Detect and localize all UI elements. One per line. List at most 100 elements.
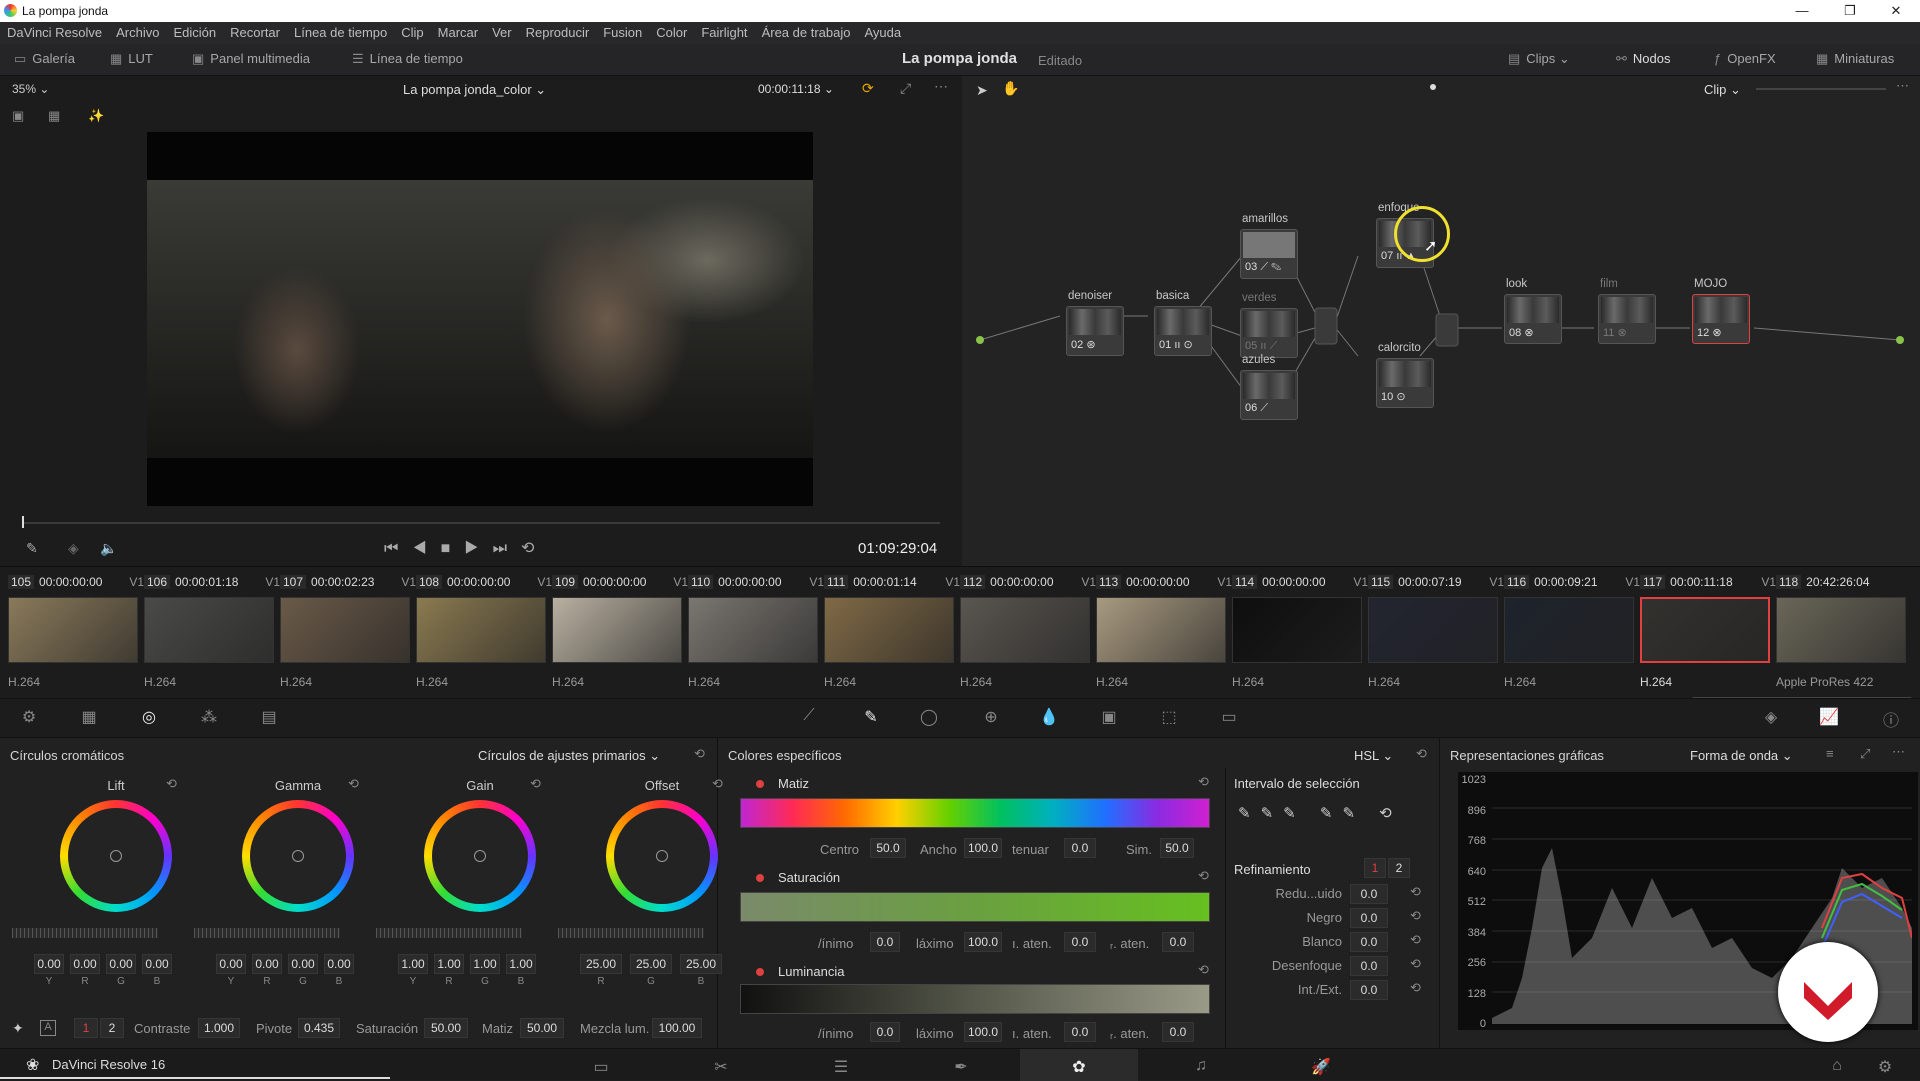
wheel-value-field[interactable]: 0.00 xyxy=(142,954,172,974)
sizing-icon[interactable]: ⬚ xyxy=(1154,707,1184,727)
color-wheels-icon[interactable]: ◎ xyxy=(134,707,164,727)
wheel-value-field[interactable]: 1.00 xyxy=(434,954,464,974)
wheel-value-field[interactable]: 0.00 xyxy=(106,954,136,974)
fusion-page-icon[interactable]: ✒ xyxy=(946,1057,976,1077)
wheel-value-field[interactable]: 0.00 xyxy=(34,954,64,974)
wheel-value-field[interactable]: 1.00 xyxy=(398,954,428,974)
window-icon[interactable]: ◯ xyxy=(914,707,944,727)
auto-icon[interactable]: A xyxy=(40,1020,56,1036)
menu-edicion[interactable]: Edición xyxy=(167,22,224,44)
refine-field[interactable]: 0.0 xyxy=(1350,956,1388,976)
master-wheel-slider[interactable] xyxy=(194,928,340,938)
curves-icon[interactable]: ⟋ xyxy=(794,707,824,725)
clip-item[interactable]: 114 00:00:00:00 V1 H.264 xyxy=(1232,567,1368,699)
refine-reset-icon[interactable]: ⟲ xyxy=(1410,884,1421,900)
color-match-icon[interactable]: ▦ xyxy=(74,707,104,727)
clip-item[interactable]: 111 00:00:01:14 V1 H.264 xyxy=(824,567,960,699)
color-wheel[interactable] xyxy=(60,800,172,912)
refine-reset-icon[interactable]: ⟲ xyxy=(1410,980,1421,996)
matiz-reset-icon[interactable]: ⟲ xyxy=(1198,774,1209,790)
menu-recortar[interactable]: Recortar xyxy=(223,22,287,44)
luminance-bar[interactable] xyxy=(740,984,1210,1014)
node-basica[interactable]: basica 01 ıı ⊙ xyxy=(1154,290,1216,368)
tracker-icon[interactable]: ⊕ xyxy=(976,707,1006,727)
rgb-mixer-icon[interactable]: ⁂ xyxy=(194,707,224,727)
wheel-reset-icon[interactable]: ⟲ xyxy=(166,776,177,792)
lum-max-field[interactable]: 100.0 xyxy=(964,1022,1002,1042)
master-wheel-slider[interactable] xyxy=(12,928,158,938)
refine-reset-icon[interactable]: ⟲ xyxy=(1410,956,1421,972)
auto-balance-icon[interactable]: ✦ xyxy=(12,1020,24,1037)
deliver-page-icon[interactable]: 🚀 xyxy=(1306,1057,1336,1077)
miniaturas-button[interactable]: ▦ Miniaturas xyxy=(1816,51,1894,67)
lum-aten1-field[interactable]: 0.0 xyxy=(1064,1022,1096,1042)
node-calorcito[interactable]: calorcito 10 ⊙ xyxy=(1376,342,1438,420)
refine-reset-icon[interactable]: ⟲ xyxy=(1410,932,1421,948)
maximize-button[interactable]: ❐ xyxy=(1828,0,1872,22)
menu-ayuda[interactable]: Ayuda xyxy=(857,22,908,44)
single-view-icon[interactable]: ▣ xyxy=(12,108,24,124)
wheel-value-field[interactable]: 0.00 xyxy=(252,954,282,974)
zoom-select[interactable]: 35% ⌄ xyxy=(12,82,49,96)
node-amarillos[interactable]: amarillos 03 ⟋ ✎ xyxy=(1240,213,1302,291)
wheel-value-field[interactable]: 1.00 xyxy=(506,954,536,974)
contraste-field[interactable]: 1.000 xyxy=(198,1018,240,1038)
menu-reproducir[interactable]: Reproducir xyxy=(519,22,597,44)
clip-item[interactable]: 113 00:00:00:00 V1 H.264 xyxy=(1096,567,1232,699)
video-frame[interactable] xyxy=(147,132,813,506)
refine-field[interactable]: 0.0 xyxy=(1350,932,1388,952)
lum-min-field[interactable]: 0.0 xyxy=(870,1022,900,1042)
wheel-reset-icon[interactable]: ⟲ xyxy=(530,776,541,792)
menu-marcar[interactable]: Marcar xyxy=(431,22,485,44)
node-look[interactable]: look 08 ⊗ xyxy=(1504,278,1566,356)
wheel-center-handle[interactable] xyxy=(110,850,122,862)
pivote-field[interactable]: 0.435 xyxy=(298,1018,340,1038)
menu-fairlight[interactable]: Fairlight xyxy=(694,22,754,44)
refine-field[interactable]: 0.0 xyxy=(1350,884,1388,904)
fullscreen-icon[interactable]: ⤢ xyxy=(900,80,911,97)
cut-page-icon[interactable]: ✂ xyxy=(706,1057,736,1077)
wheel-value-field[interactable]: 0.00 xyxy=(324,954,354,974)
picker-tools[interactable]: ✎✎✎ ✎✎ ⟲ xyxy=(1238,804,1402,822)
wheel-value-field[interactable]: 0.00 xyxy=(216,954,246,974)
wheel-value-field[interactable]: 1.00 xyxy=(470,954,500,974)
media-page-icon[interactable]: ▭ xyxy=(586,1057,616,1077)
centro-field[interactable]: 50.0 xyxy=(870,838,906,858)
clip-item[interactable]: 118 20:42:26:04 Apple ProRes 422 xyxy=(1776,567,1912,699)
sat-max-field[interactable]: 100.0 xyxy=(964,932,1002,952)
edit-page-icon[interactable]: ☰ xyxy=(826,1057,856,1077)
volume-icon[interactable]: 🔈 xyxy=(100,540,117,557)
clip-item[interactable]: 112 00:00:00:00 V1 H.264 xyxy=(960,567,1096,699)
node-editor[interactable]: ➤ ✋ Clip ⌄ ⋯ denoiser 02 ⊛ basica 01 ıı … xyxy=(962,76,1920,566)
color-page-tab[interactable]: ✿ xyxy=(1020,1049,1138,1081)
node-mojo[interactable]: MOJO 12 ⊗ xyxy=(1692,278,1754,356)
info-icon[interactable]: ⓘ xyxy=(1876,707,1906,731)
mezcla-field[interactable]: 100.00 xyxy=(652,1018,702,1038)
sat-aten2-field[interactable]: 0.0 xyxy=(1162,932,1194,952)
sat-min-field[interactable]: 0.0 xyxy=(870,932,900,952)
saturacion-field[interactable]: 50.00 xyxy=(424,1018,468,1038)
scrubber-handle[interactable] xyxy=(22,516,24,528)
menu-color[interactable]: Color xyxy=(649,22,694,44)
fairlight-page-icon[interactable]: ♫ xyxy=(1186,1057,1216,1075)
refine-page-2[interactable]: 2 xyxy=(1388,858,1410,878)
linea-tiempo-button[interactable]: ☰ Línea de tiempo xyxy=(352,51,463,67)
wheel-value-field[interactable]: 0.00 xyxy=(288,954,318,974)
node-azules[interactable]: azules 06 ⟋ xyxy=(1240,354,1302,432)
wheel-reset-icon[interactable]: ⟲ xyxy=(348,776,359,792)
menu-ver[interactable]: Ver xyxy=(485,22,519,44)
more-icon[interactable]: ⋯ xyxy=(934,78,948,95)
motion-effects-icon[interactable]: ▤ xyxy=(254,707,284,727)
menu-fusion[interactable]: Fusion xyxy=(596,22,649,44)
matiz-field[interactable]: 50.00 xyxy=(520,1018,564,1038)
refine-reset-icon[interactable]: ⟲ xyxy=(1410,908,1421,924)
qualifier-reset-icon[interactable]: ⟲ xyxy=(1416,746,1427,762)
color-wheel[interactable] xyxy=(424,800,536,912)
clip-item[interactable]: 116 00:00:09:21 V1 H.264 xyxy=(1504,567,1640,699)
panel-multimedia-button[interactable]: ▣ Panel multimedia xyxy=(192,51,310,67)
saturacion-reset-icon[interactable]: ⟲ xyxy=(1198,868,1209,884)
home-icon[interactable]: ⌂ xyxy=(1822,1057,1852,1075)
qualifier-mode-select[interactable]: HSL ⌄ xyxy=(1354,748,1393,764)
scope-settings-icon[interactable]: ≡ xyxy=(1826,746,1834,761)
scopes-icon[interactable]: 📈 xyxy=(1814,707,1844,727)
